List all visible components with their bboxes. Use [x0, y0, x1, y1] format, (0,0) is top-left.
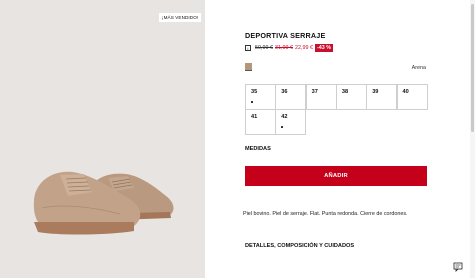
product-description: Piel bovino. Piel de serraje. Flat. Punt…	[243, 211, 408, 217]
size-option-38[interactable]: 38	[335, 84, 367, 110]
discount-badge: -43 %	[315, 44, 334, 52]
size-option-39[interactable]: 39	[366, 84, 398, 110]
scrollbar[interactable]	[470, 0, 475, 278]
size-label: 36	[281, 89, 288, 95]
price-previous: 31,99 €	[275, 45, 293, 51]
product-image[interactable]	[30, 158, 180, 248]
size-label: 39	[372, 89, 379, 95]
low-stock-dot	[251, 101, 253, 103]
product-image-panel[interactable]: ¡MÁS VENDIDO!	[0, 0, 205, 278]
size-label: 38	[341, 89, 349, 95]
add-to-cart-button[interactable]: AÑADIR	[245, 166, 427, 186]
chat-icon[interactable]	[453, 262, 463, 272]
color-name: Arena	[411, 65, 426, 71]
size-option-42[interactable]: 42	[275, 109, 307, 135]
size-label: 35	[251, 89, 258, 95]
size-option-35[interactable]: 35	[245, 84, 276, 110]
best-seller-badge: ¡MÁS VENDIDO!	[159, 13, 202, 22]
price-original: 59,99 €	[255, 45, 273, 51]
measures-link[interactable]: MEDIDAS	[245, 146, 271, 152]
size-option-40[interactable]: 40	[396, 84, 428, 110]
size-label: 37	[311, 89, 318, 95]
scrollbar-thumb[interactable]	[471, 4, 474, 132]
color-swatch[interactable]	[245, 63, 252, 71]
size-label: 42	[281, 114, 288, 120]
size-label: 40	[402, 89, 409, 95]
details-composition-care-link[interactable]: DETALLES, COMPOSICIÓN Y CUIDADOS	[245, 243, 354, 249]
size-option-41[interactable]: 41	[245, 109, 276, 135]
product-info: DEPORTIVA SERRAJE i 59,99 € 31,99 € 22,9…	[243, 0, 430, 278]
info-icon[interactable]: i	[245, 45, 251, 51]
price-current: 22,99 €	[295, 45, 313, 51]
size-option-36[interactable]: 36	[275, 84, 307, 110]
size-label: 41	[251, 114, 258, 120]
product-title: DEPORTIVA SERRAJE	[245, 31, 326, 40]
low-stock-dot	[281, 126, 283, 128]
price-row: i 59,99 € 31,99 € 22,99 € -43 %	[245, 44, 334, 52]
size-option-37[interactable]: 37	[305, 84, 337, 110]
